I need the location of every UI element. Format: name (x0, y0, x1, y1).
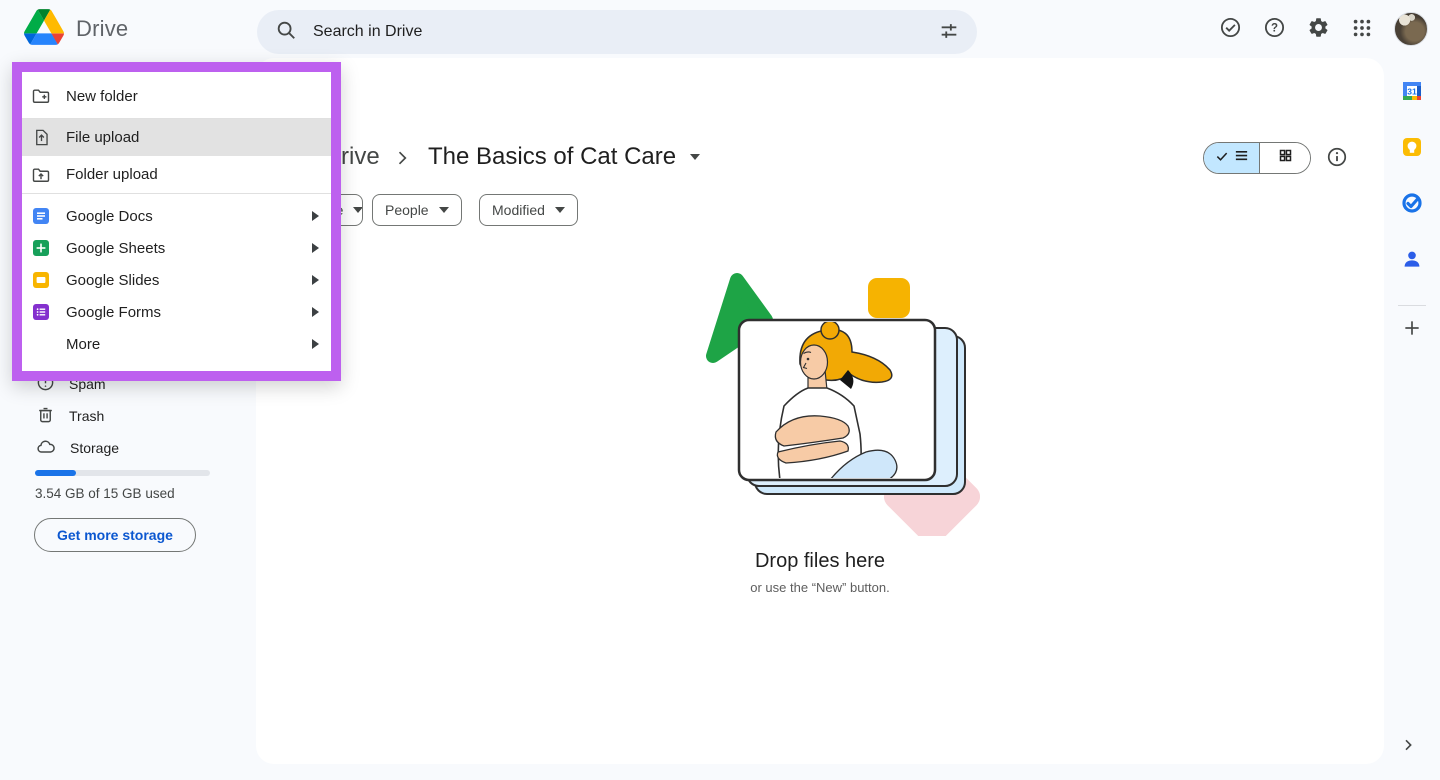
sidebar-item-trash[interactable]: Trash (28, 400, 232, 432)
chevron-down-icon (554, 207, 565, 213)
drive-logo-icon (24, 8, 64, 50)
check-icon (1215, 149, 1229, 168)
new-menu-annotated: New folder File upload Folder upload Goo… (12, 62, 341, 381)
add-side-panel-app-button[interactable] (1392, 309, 1432, 349)
list-view-icon (1234, 148, 1249, 168)
svg-text:31: 31 (1407, 86, 1417, 96)
menu-item-folder-upload[interactable]: Folder upload (22, 156, 331, 193)
details-info-button[interactable] (1317, 138, 1357, 178)
search-options-icon (938, 20, 960, 45)
keep-button[interactable] (1392, 128, 1432, 168)
trash-icon (36, 405, 55, 427)
view-toggle (1203, 142, 1311, 174)
search-bar[interactable]: Search in Drive (257, 10, 977, 54)
tasks-icon (1401, 192, 1423, 217)
menu-item-icon-placeholder (31, 334, 51, 354)
keep-icon (1401, 136, 1423, 161)
settings-button[interactable] (1298, 9, 1338, 49)
menu-item-google-docs[interactable]: Google Docs (22, 200, 331, 232)
grid-view-button[interactable] (1259, 143, 1310, 173)
menu-item-label: Google Slides (66, 271, 160, 289)
offline-status-icon (1219, 16, 1242, 42)
storage-progress-fill (35, 470, 77, 476)
cloud-icon (36, 437, 56, 460)
svg-text:?: ? (1270, 23, 1277, 35)
file-upload-icon (31, 128, 51, 148)
app-title: Drive (76, 16, 129, 41)
filter-chip-modified[interactable]: Modified (479, 194, 578, 226)
storage-progress-track (35, 470, 210, 476)
dropzone-title: Drop files here (754, 550, 886, 572)
dropzone-subtitle: or use the “New” button. (750, 580, 890, 595)
google-sheets-icon (31, 238, 51, 258)
apps-grid-button[interactable] (1342, 9, 1382, 49)
chevron-down-icon (353, 207, 362, 213)
sidebar-item-storage[interactable]: Storage (28, 432, 232, 464)
menu-item-google-sheets[interactable]: Google Sheets (22, 232, 331, 264)
menu-item-label: More (66, 335, 101, 353)
folder-upload-icon (31, 165, 51, 185)
help-icon: ? (1263, 16, 1286, 42)
menu-item-label: Google Forms (66, 303, 162, 321)
chevron-right-icon (1400, 736, 1416, 759)
rail-divider (1398, 305, 1426, 306)
submenu-arrow-icon (312, 339, 319, 349)
storage-usage-text: 3.54 GB of 15 GB used (35, 486, 175, 501)
settings-icon (1307, 16, 1330, 42)
show-side-panel-button[interactable] (1390, 729, 1426, 765)
breadcrumb-chevron-icon (392, 148, 412, 173)
right-side-panel-rail: 31 (1384, 58, 1440, 764)
chip-label: People (385, 202, 429, 218)
new-folder-icon (31, 86, 51, 106)
grid-view-icon (1278, 148, 1293, 168)
google-docs-icon (31, 206, 51, 226)
help-button[interactable]: ? (1254, 9, 1294, 49)
menu-item-google-slides[interactable]: Google Slides (22, 264, 331, 296)
submenu-arrow-icon (312, 211, 319, 221)
sidebar-item-label: Trash (69, 408, 105, 424)
drive-content-area: My Drive The Basics of Cat Care Type Peo… (256, 58, 1384, 764)
calendar-icon: 31 (1401, 80, 1423, 105)
contacts-icon (1401, 248, 1423, 273)
menu-item-label: File upload (66, 129, 140, 146)
topbar-actions: ? (1210, 9, 1428, 49)
chevron-down-icon (690, 154, 701, 160)
search-input[interactable]: Search in Drive (313, 23, 929, 41)
info-icon (1326, 146, 1348, 171)
drive-brand[interactable]: Drive (24, 0, 128, 58)
top-bar: Drive Search in Drive ? (0, 0, 1440, 58)
offline-status-button[interactable] (1210, 9, 1250, 49)
calendar-button[interactable]: 31 (1392, 72, 1432, 112)
chip-label: Modified (492, 202, 545, 218)
chevron-down-icon (438, 207, 449, 213)
menu-item-google-forms[interactable]: Google Forms (22, 296, 331, 328)
contacts-button[interactable] (1392, 240, 1432, 280)
account-avatar[interactable] (1394, 12, 1428, 46)
empty-state-illustration (680, 264, 981, 545)
google-slides-icon (31, 270, 51, 290)
get-more-storage-button[interactable]: Get more storage (34, 518, 196, 552)
new-menu: New folder File upload Folder upload Goo… (22, 72, 331, 371)
apps-grid-icon (1351, 17, 1373, 42)
list-view-button[interactable] (1204, 143, 1259, 173)
menu-item-label: Google Sheets (66, 239, 166, 257)
page-title: The Basics of Cat Care (428, 143, 677, 170)
add-icon (1402, 318, 1422, 341)
menu-item-label: Google Docs (66, 207, 153, 225)
menu-item-label: New folder (66, 87, 138, 105)
sidebar-item-label: Storage (70, 440, 120, 456)
submenu-arrow-icon (312, 307, 319, 317)
menu-item-file-upload[interactable]: File upload (22, 119, 331, 156)
submenu-arrow-icon (312, 243, 319, 253)
search-icon (275, 19, 297, 46)
filter-chip-people[interactable]: People (372, 194, 462, 226)
submenu-arrow-icon (312, 275, 319, 285)
search-options-button[interactable] (929, 12, 969, 52)
tasks-button[interactable] (1392, 184, 1432, 224)
menu-item-label: Folder upload (66, 166, 158, 183)
menu-item-more[interactable]: More (22, 328, 331, 360)
google-forms-icon (31, 302, 51, 322)
menu-item-new-folder[interactable]: New folder (22, 74, 331, 118)
breadcrumb-current-folder[interactable]: The Basics of Cat Care (428, 143, 701, 171)
